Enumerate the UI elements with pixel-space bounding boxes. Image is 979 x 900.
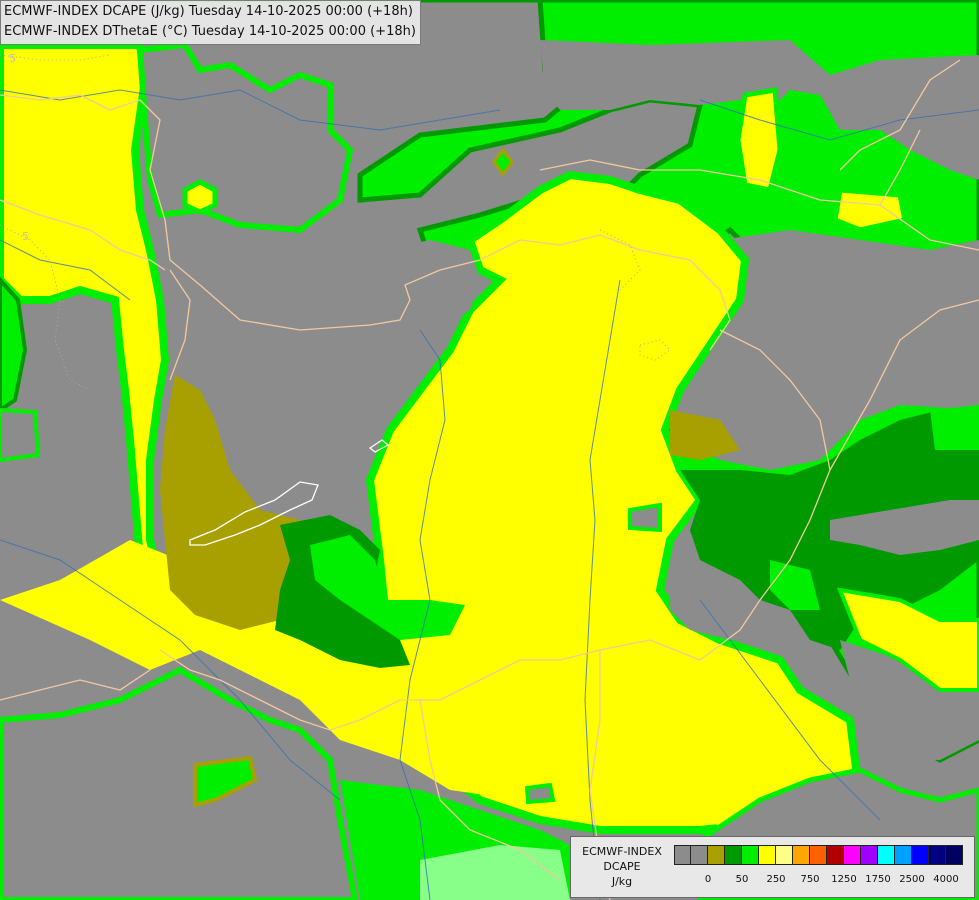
legend-tick-label: 0 [704, 874, 712, 885]
legend-title-line: DCAPE [603, 860, 641, 873]
legend-swatch [793, 845, 810, 865]
legend-tick-label: 4000 [933, 874, 959, 885]
legend-tick-label: 750 [800, 874, 820, 885]
map-title: ECMWF-INDEX DCAPE (J/kg) Tuesday 14-10-2… [0, 0, 421, 45]
legend-tick-label: 1250 [831, 874, 857, 885]
legend-swatch [946, 845, 963, 865]
legend-swatch [878, 845, 895, 865]
legend-swatch [929, 845, 946, 865]
legend-swatch [742, 845, 759, 865]
legend-swatch [895, 845, 912, 865]
green-far-east [930, 405, 979, 450]
legend-swatch [776, 845, 793, 865]
color-legend: ECMWF-INDEX DCAPE J/kg 0 50 250 750 1250 1750… [570, 836, 975, 898]
legend-swatch [674, 845, 691, 865]
legend-tick-label: 50 [735, 874, 749, 885]
gray-islet-w [0, 407, 41, 463]
map-viewport[interactable]: 5 5 ECMWF-INDEX DCAPE (J/kg) Tuesday 14-… [0, 0, 979, 900]
legend-swatch [861, 845, 878, 865]
dcape-map: 5 5 [0, 0, 979, 900]
legend-tick-label: 1750 [865, 874, 891, 885]
yellow-islet-n [182, 179, 218, 215]
legend-swatch [691, 845, 708, 865]
gray-east-notch [628, 502, 662, 533]
legend-swatch [912, 845, 929, 865]
yellow-islet-ne [735, 87, 783, 193]
yellow-islet-e [832, 187, 908, 233]
legend-swatch [759, 845, 776, 865]
contour-label: 5 [9, 52, 16, 65]
contour-label: 5 [22, 230, 29, 243]
legend-swatch [708, 845, 725, 865]
title-dcape: ECMWF-INDEX DCAPE (J/kg) Tuesday 14-10-2… [4, 4, 413, 19]
legend-swatch [827, 845, 844, 865]
legend-swatch [810, 845, 827, 865]
legend-unit: J/kg [611, 875, 633, 888]
legend-title-line: ECMWF-INDEX [582, 845, 662, 858]
legend-tick-label: 2500 [899, 874, 925, 885]
legend-swatch [844, 845, 861, 865]
legend-title: ECMWF-INDEX DCAPE J/kg [573, 844, 671, 889]
gray-islet-s [524, 782, 556, 805]
legend-swatches [674, 845, 963, 866]
legend-swatch [725, 845, 742, 865]
title-dthetae: ECMWF-INDEX DThetaE (°C) Tuesday 14-10-2… [4, 24, 416, 39]
legend-tick-label: 250 [766, 874, 786, 885]
legend-ticks: 0 50 250 750 1250 1750 2500 4000 [674, 874, 979, 890]
